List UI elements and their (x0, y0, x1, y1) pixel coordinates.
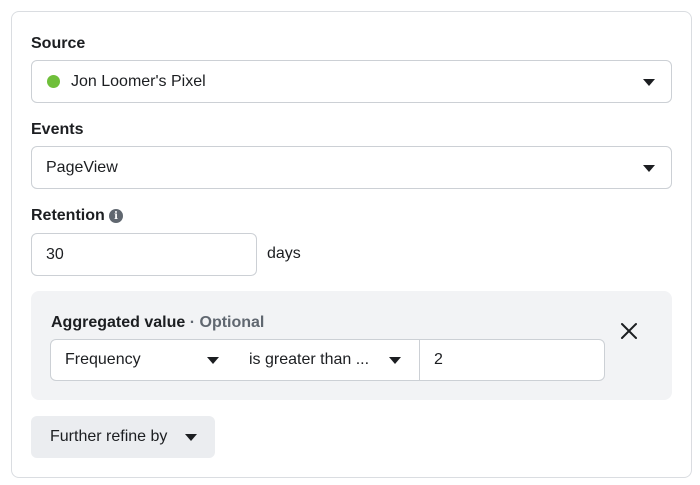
source-label: Source (31, 35, 86, 52)
aggregated-header: Aggregated value · Optional (51, 314, 264, 332)
aggregated-value: 2 (434, 351, 443, 368)
refine-label: Further refine by (50, 428, 168, 445)
aggregated-value-input[interactable]: 2 (419, 339, 605, 381)
chevron-down-icon (389, 357, 401, 364)
aggregated-label: Aggregated value (51, 314, 186, 331)
retention-input[interactable]: 30 (31, 233, 257, 276)
source-select[interactable]: Jon Loomer's Pixel (31, 60, 672, 103)
chevron-down-icon (185, 434, 197, 441)
close-icon[interactable] (620, 322, 638, 340)
chevron-down-icon (643, 165, 655, 172)
operator-value: is greater than ... (249, 351, 370, 368)
retention-value: 30 (46, 245, 64, 263)
chevron-down-icon (643, 79, 655, 86)
status-dot-icon (47, 75, 60, 88)
metric-value: Frequency (65, 351, 141, 368)
metric-select[interactable]: Frequency (50, 339, 237, 381)
retention-unit: days (267, 245, 301, 262)
chevron-down-icon (207, 357, 219, 364)
source-value: Jon Loomer's Pixel (71, 72, 206, 90)
events-label: Events (31, 121, 84, 138)
optional-tag: · Optional (189, 314, 265, 331)
operator-select[interactable]: is greater than ... (236, 339, 421, 381)
events-value: PageView (46, 158, 118, 176)
further-refine-button[interactable]: Further refine by (31, 416, 215, 458)
retention-label: Retention (31, 207, 105, 224)
info-icon[interactable]: i (109, 209, 123, 223)
events-select[interactable]: PageView (31, 146, 672, 189)
